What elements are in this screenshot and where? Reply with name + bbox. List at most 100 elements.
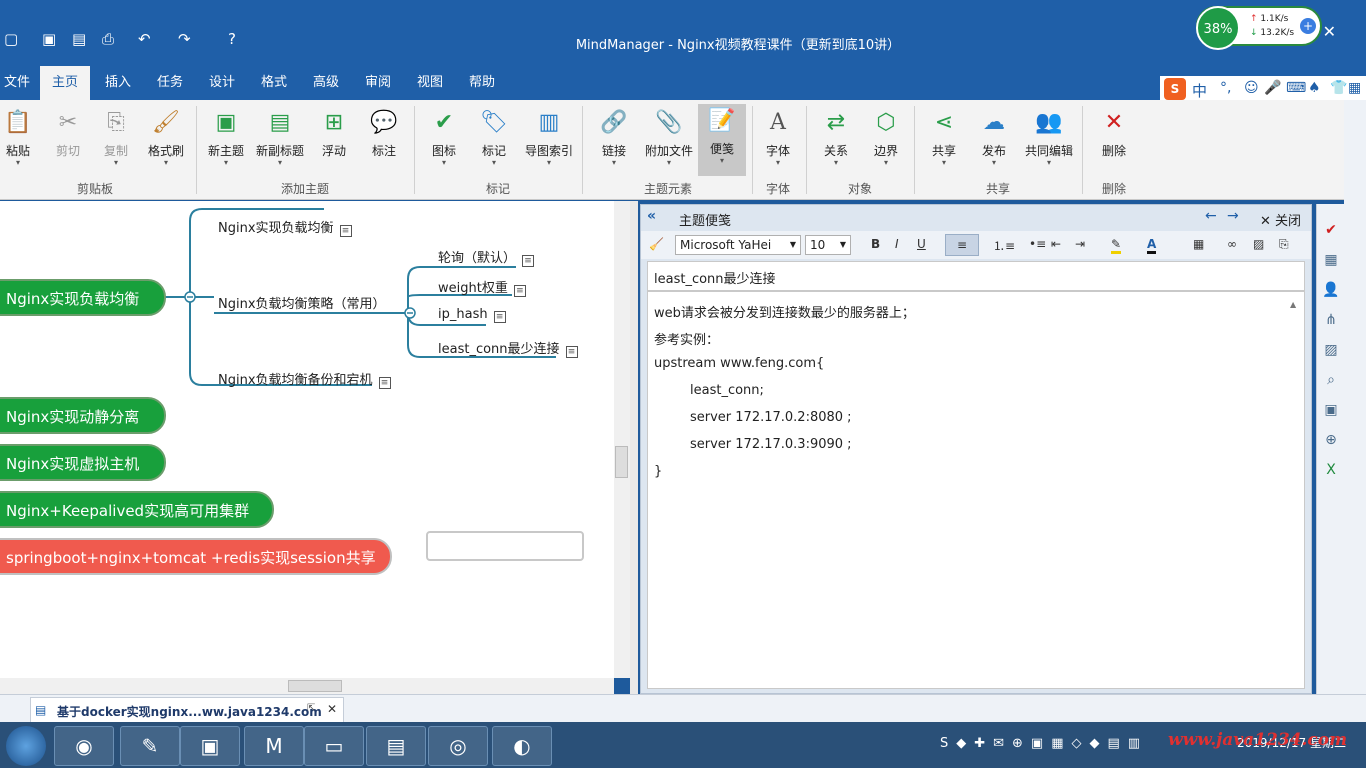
strategy-round-robin[interactable]: 轮询（默认） ≡ — [438, 247, 535, 267]
notes-title-box[interactable]: least_conn最少连接 — [647, 261, 1305, 291]
new-topic-button[interactable]: ▣ 新主题 ▾ — [200, 106, 252, 174]
strategy-weight[interactable]: weight权重 ≡ — [438, 277, 526, 297]
tab-view[interactable]: 视图 — [408, 66, 452, 100]
font-button[interactable]: A 字体 ▾ — [752, 106, 804, 174]
strategy-least-conn[interactable]: least_conn最少连接 ≡ — [438, 338, 578, 358]
tab-help[interactable]: 帮助 — [460, 66, 504, 100]
icon-button[interactable]: ✔ 图标 ▾ — [418, 106, 470, 174]
topic-virtual-host[interactable]: Nginx实现虚拟主机 — [0, 444, 166, 481]
note-icon[interactable]: ≡ — [378, 377, 391, 389]
tab-task[interactable]: 任务 — [148, 66, 192, 100]
close-icon[interactable]: ✕ — [1323, 22, 1336, 41]
map-hscroll-thumb[interactable] — [288, 680, 342, 692]
taskbar-app-browser[interactable]: ◐ — [492, 726, 552, 766]
sogou-icon[interactable]: S — [1164, 78, 1186, 100]
font-size-select[interactable]: 10 ▼ — [805, 235, 851, 255]
subtopic-strategies[interactable]: Nginx负载均衡策略（常用） — [218, 293, 386, 312]
topic-static-dynamic[interactable]: Nginx实现动静分离 — [0, 397, 166, 434]
user-icon[interactable]: 👤 — [1321, 280, 1341, 300]
taskbar-app-chrome[interactable]: ◎ — [428, 726, 488, 766]
taskbar-app-remote[interactable]: ▭ — [304, 726, 364, 766]
taskbar-app-editor[interactable]: ✎ — [120, 726, 180, 766]
notes-vertical-scrollbar[interactable]: ▲ — [1290, 296, 1300, 668]
note-icon[interactable]: ≡ — [493, 311, 506, 323]
tab-close-icon[interactable]: ✕ — [327, 702, 337, 716]
note-icon[interactable]: ≡ — [339, 225, 352, 237]
floating-button[interactable]: ⊞ 浮动 — [308, 106, 360, 174]
link-icon[interactable]: ∞ — [1227, 237, 1237, 251]
punctuation-icon[interactable]: °, — [1220, 80, 1231, 96]
share-button[interactable]: ⋖ 共享 ▾ — [918, 106, 970, 174]
mind-map-canvas[interactable]: Nginx实现负载均衡 Nginx实现动静分离 Nginx实现虚拟主机 Ngin… — [0, 201, 614, 678]
underline-icon[interactable]: U — [917, 237, 926, 251]
mic-icon[interactable]: 🎤 — [1264, 80, 1281, 96]
subtopic-backup[interactable]: Nginx负载均衡备份和宕机 ≡ — [218, 369, 391, 389]
cut-button[interactable]: ✂ 剪切 — [42, 106, 94, 174]
system-tray-icons[interactable]: S◆✚✉⊕▣▦◇◆▤▥ — [940, 736, 1148, 751]
tab-file[interactable]: 文件 — [0, 66, 34, 100]
boundary-button[interactable]: ⬡ 边界 ▾ — [860, 106, 912, 174]
collapse-icon[interactable]: « — [647, 208, 656, 224]
new-subtopic-button[interactable]: ▤ 新副标题 ▾ — [254, 106, 306, 174]
notes-close-button[interactable]: ✕ 关闭 — [1260, 210, 1301, 229]
share-map-icon[interactable]: ⋔ — [1321, 310, 1341, 330]
overview-icon[interactable]: ▣ — [1321, 400, 1341, 420]
map-vertical-scrollbar[interactable] — [614, 201, 630, 678]
image-icon[interactable]: ▨ — [1253, 237, 1264, 251]
splitter[interactable] — [630, 201, 638, 694]
bold-icon[interactable]: B — [871, 237, 880, 251]
globe-icon[interactable]: ⊕ — [1321, 430, 1341, 450]
arrow-right-icon[interactable]: → — [1227, 208, 1239, 224]
indent-icon[interactable]: ⇥ — [1075, 237, 1085, 251]
skin-icon[interactable]: ♠ — [1308, 80, 1321, 96]
arrow-left-icon[interactable]: ← — [1205, 208, 1217, 224]
grid-icon[interactable]: ▦ — [1348, 80, 1361, 96]
map-index-button[interactable]: ▥ 导图索引 ▾ — [522, 106, 576, 174]
numbered-list-icon[interactable]: ⒈≡ — [993, 237, 1015, 254]
taskbar-app-explorer[interactable]: ▤ — [366, 726, 426, 766]
task-icon[interactable]: ✔ — [1321, 220, 1341, 240]
notes-editor[interactable]: web请求会被分发到连接数最少的服务器上； 参考实例： upstream www… — [647, 291, 1305, 689]
document-tab[interactable]: ▤ 基于docker实现nginx...ww.java1234.com ⇱ ✕ — [30, 697, 344, 723]
subtopic-load-balance[interactable]: Nginx实现负载均衡 ≡ — [218, 217, 352, 237]
font-color-icon[interactable]: A — [1147, 237, 1157, 254]
taskbar-app-virtualbox[interactable]: ▣ — [180, 726, 240, 766]
clear-format-icon[interactable]: 🧹 — [649, 237, 664, 251]
topic-keepalived[interactable]: Nginx+Keepalived实现高可用集群 — [0, 491, 274, 528]
tab-home[interactable]: 主页 — [40, 66, 90, 100]
shirt-icon[interactable]: 👕 — [1330, 80, 1347, 96]
start-button[interactable] — [6, 726, 46, 766]
map-vscroll-thumb[interactable] — [615, 446, 628, 478]
strategy-ip-hash[interactable]: ip_hash ≡ — [438, 307, 506, 323]
note-icon[interactable]: ≡ — [513, 285, 526, 297]
tab-format[interactable]: 格式 — [252, 66, 296, 100]
tab-design[interactable]: 设计 — [200, 66, 244, 100]
note-icon[interactable]: ≡ — [565, 346, 578, 358]
image-library-icon[interactable]: ▨ — [1321, 340, 1341, 360]
taskbar-app-photos[interactable]: ◉ — [54, 726, 114, 766]
calendar-icon[interactable]: ▦ — [1321, 250, 1341, 270]
emoji-icon[interactable]: ☺ — [1244, 80, 1259, 96]
tab-advanced[interactable]: 高级 — [304, 66, 348, 100]
table-icon[interactable]: ▦ — [1193, 237, 1204, 251]
delete-button[interactable]: ✕ 删除 — [1088, 106, 1140, 174]
taskbar-app-mindmanager[interactable]: M — [244, 726, 304, 766]
copy-button[interactable]: ⎘ 复制 ▾ — [90, 106, 142, 174]
link-button[interactable]: 🔗 链接 ▾ — [588, 106, 640, 174]
topic-session-share[interactable]: springboot+nginx+tomcat +redis实现session共… — [0, 538, 392, 575]
attach-file-button[interactable]: 📎 附加文件 ▾ — [642, 106, 696, 174]
notes-button[interactable]: 📝 便笺 ▾ — [698, 104, 746, 176]
plus-icon[interactable]: + — [1300, 18, 1316, 34]
tab-review[interactable]: 审阅 — [356, 66, 400, 100]
highlight-icon[interactable]: ✎ — [1111, 237, 1122, 254]
italic-icon[interactable]: I — [895, 237, 899, 251]
co-edit-button[interactable]: 👥 共同编辑 ▾ — [1022, 106, 1076, 174]
format-painter-button[interactable]: 🖌 格式刷 ▾ — [140, 106, 192, 174]
publish-button[interactable]: ☁ 发布 ▾ — [968, 106, 1020, 174]
pin-icon[interactable]: ⇱ — [307, 703, 315, 714]
keyboard-icon[interactable]: ⌨ — [1286, 80, 1306, 96]
topic-load-balance[interactable]: Nginx实现负载均衡 — [0, 279, 166, 316]
bullet-list-icon[interactable]: •≡ — [1029, 237, 1046, 251]
insert-icon[interactable]: ⎘ — [1279, 237, 1289, 252]
system-monitor-widget[interactable]: 38% ↑ 1.1K/s ↓ 13.2K/s + — [1196, 6, 1322, 50]
